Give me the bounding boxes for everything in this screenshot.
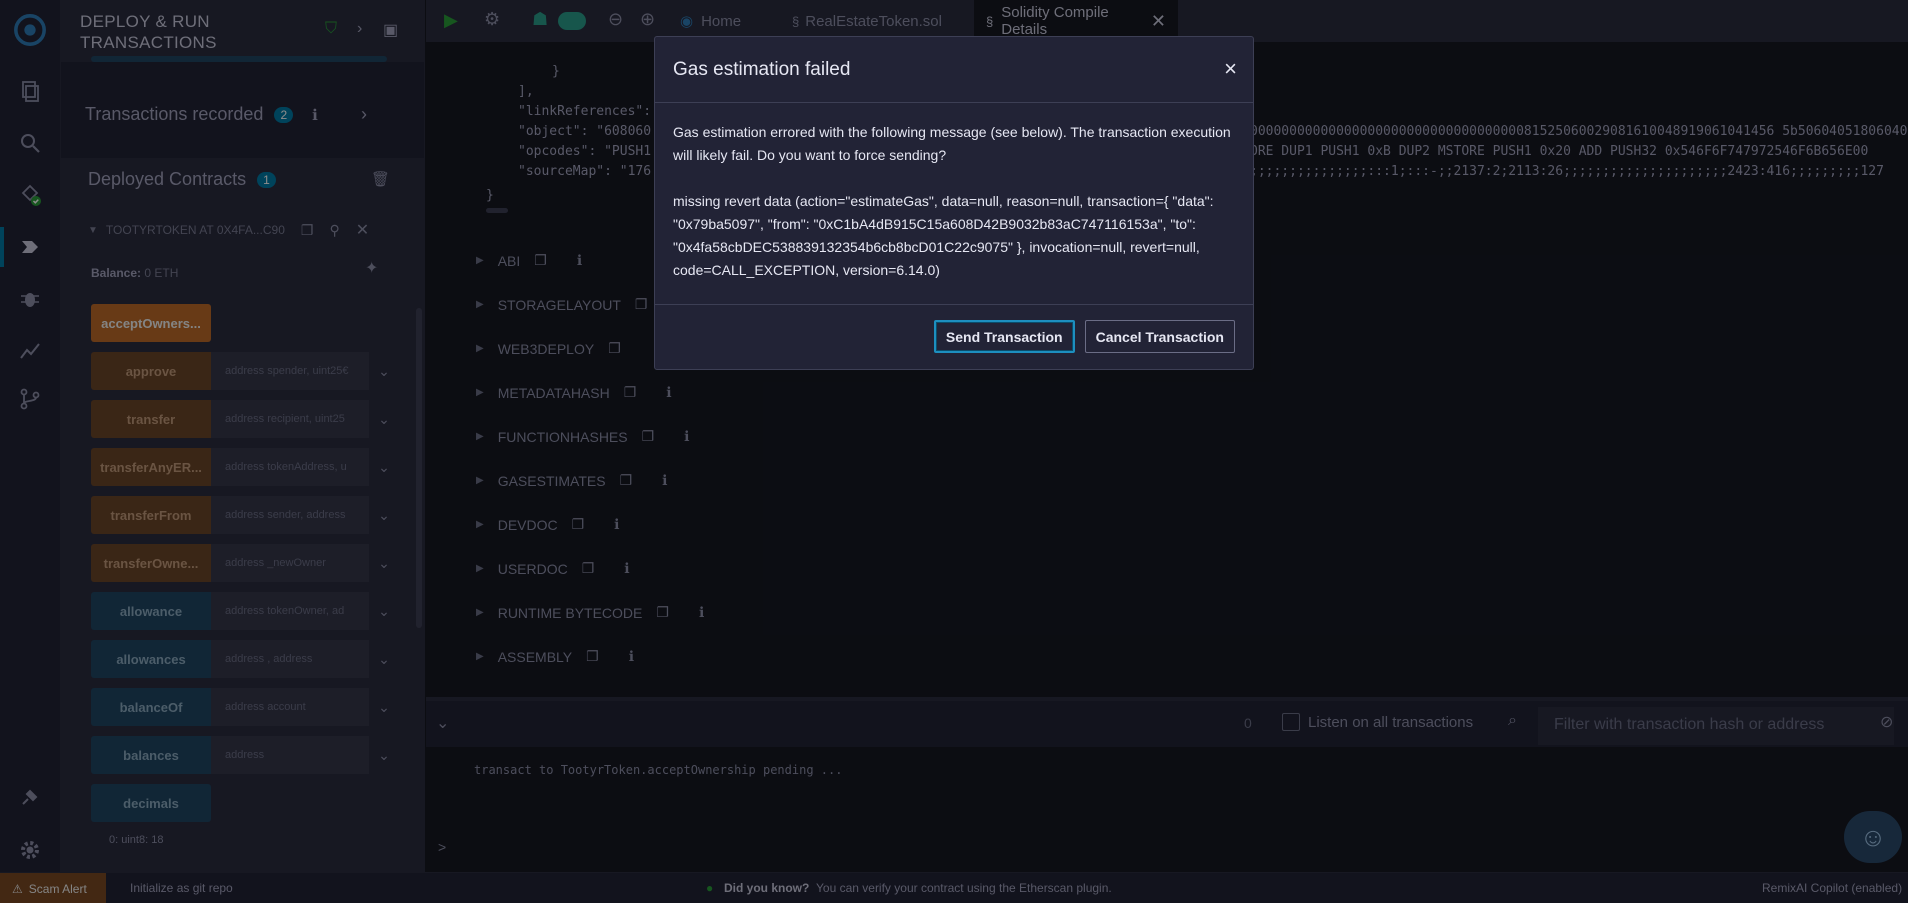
cancel-transaction-button[interactable]: Cancel Transaction xyxy=(1084,320,1235,353)
send-transaction-button[interactable]: Send Transaction xyxy=(933,320,1075,353)
dialog-error-detail: missing revert data (action="estimateGas… xyxy=(673,193,1214,278)
dialog-title: Gas estimation failed xyxy=(655,37,1253,103)
dialog-message: Gas estimation errored with the followin… xyxy=(673,124,1231,163)
gas-estimation-dialog: Gas estimation failed × Gas estimation e… xyxy=(654,36,1254,370)
close-icon[interactable]: × xyxy=(1224,56,1237,82)
remix-ide: DEPLOY & RUN TRANSACTIONS ⛉ › ▣ Transact… xyxy=(0,0,1908,903)
dialog-actions: Send Transaction Cancel Transaction xyxy=(933,320,1235,353)
dialog-body: Gas estimation errored with the followin… xyxy=(655,103,1253,305)
